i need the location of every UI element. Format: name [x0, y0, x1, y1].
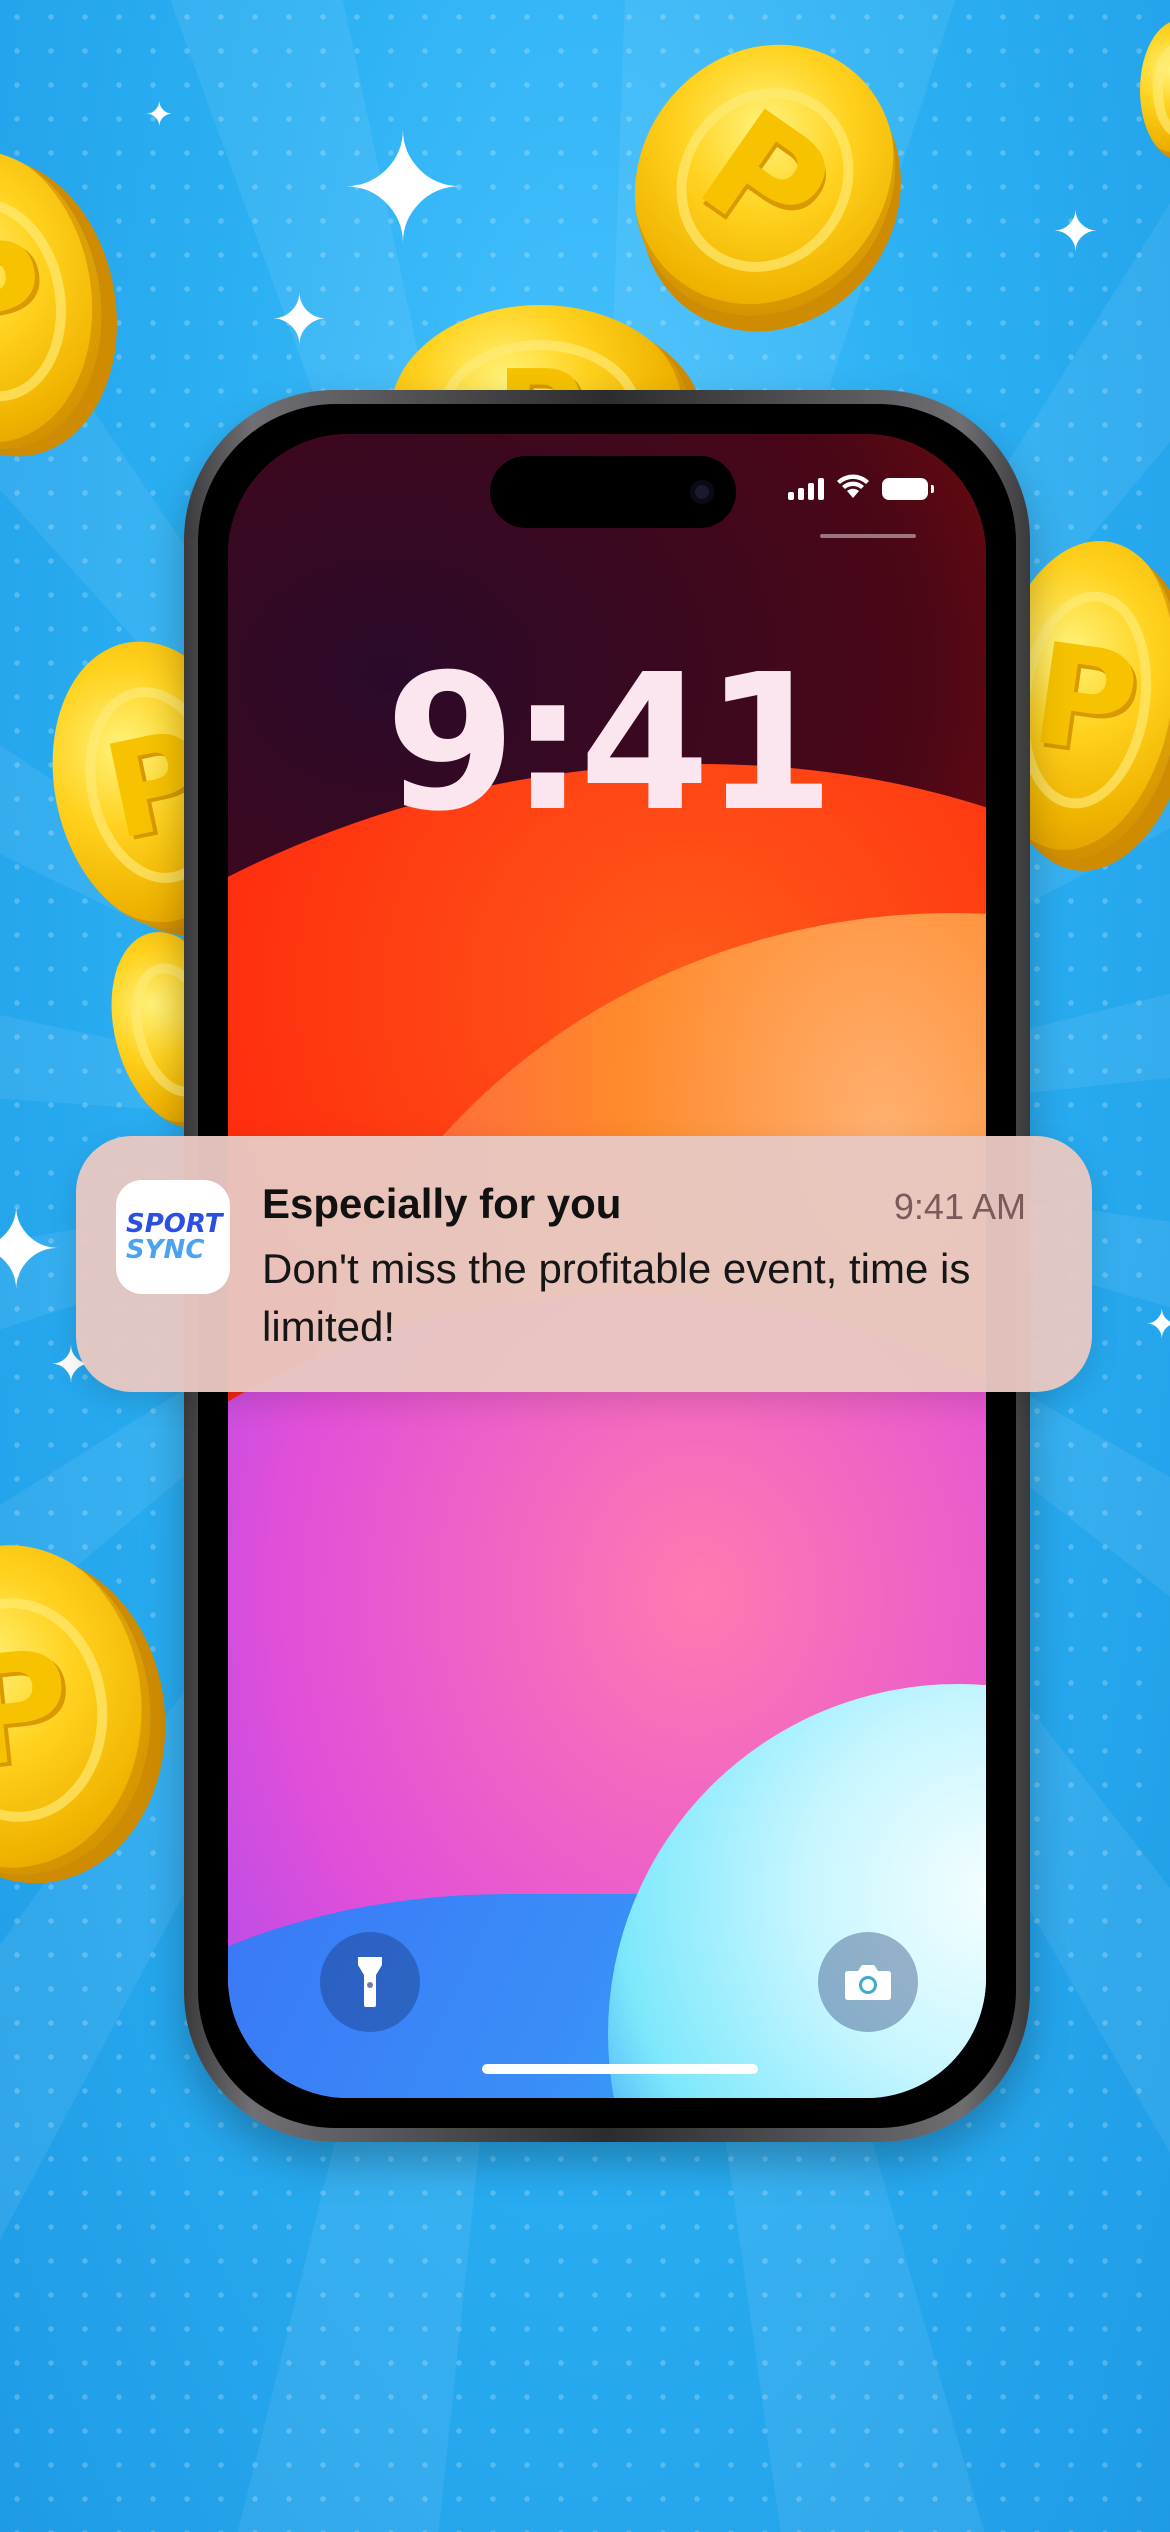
notification-body: Don't miss the profitable event, time is…: [262, 1245, 971, 1350]
home-indicator[interactable]: [482, 2064, 758, 2074]
cellular-signal-icon: [788, 476, 824, 500]
flashlight-button[interactable]: [320, 1932, 420, 2032]
app-icon: SPORT SYNC: [116, 1180, 230, 1294]
app-icon-text: SYNC: [126, 1235, 205, 1265]
lock-screen-time: 9:41: [385, 634, 835, 853]
dynamic-island: [490, 456, 736, 528]
sparkle-icon: ✦: [340, 103, 466, 277]
sparkle-icon: ✦: [270, 279, 329, 361]
camera-icon: [845, 1965, 891, 2000]
promo-background: P P P P P P ✦ ✦ ✦ ✦ ✦ ✦ ✦: [0, 0, 1170, 2532]
camera-button[interactable]: [818, 1932, 918, 2032]
camera-lens-icon: [690, 480, 714, 504]
sparkle-icon: ✦: [0, 1186, 63, 1314]
wifi-icon: [837, 474, 869, 498]
notification-time: 9:41 AM: [893, 1186, 1026, 1227]
sparkle-icon: ✦: [145, 95, 174, 135]
notification-title: Especially for you: [262, 1180, 622, 1227]
status-indicator-line: [820, 534, 916, 538]
sparkle-icon: ✦: [1145, 1302, 1170, 1348]
sparkle-icon: ✦: [1052, 200, 1099, 265]
status-bar: [788, 474, 934, 500]
push-notification[interactable]: SPORT SYNC Especially for you 9:41 AM Do…: [76, 1136, 1092, 1392]
flashlight-icon: [358, 1957, 382, 2007]
battery-icon: [882, 478, 934, 500]
app-icon-text: SPORT: [126, 1209, 223, 1239]
